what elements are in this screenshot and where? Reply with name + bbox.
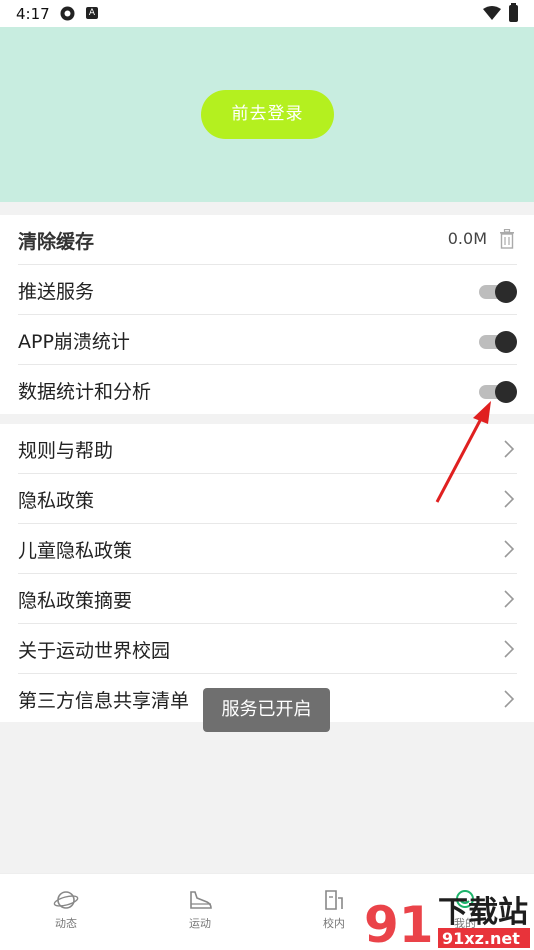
cache-size-value: 0.0M [447, 229, 487, 248]
status-time: 4:17 [16, 5, 50, 23]
data-analysis-row: 数据统计和分析 [18, 365, 517, 415]
campus-icon [325, 890, 343, 910]
data-analysis-label: 数据统计和分析 [18, 381, 152, 403]
link-label-rules: 规则与帮助 [18, 440, 114, 462]
vpn-icon [60, 6, 75, 21]
chevron-right-icon [504, 690, 515, 708]
nav-tab-sport[interactable]: 运动 [170, 888, 230, 938]
trash-icon[interactable] [499, 229, 515, 249]
wifi-icon [483, 6, 501, 20]
links-section: 规则与帮助 隐私政策 儿童隐私政策 隐私政策摘要 关于运动世界校园 第三方信息共… [0, 424, 534, 722]
link-label-privacy: 隐私政策 [18, 490, 95, 512]
shoe-icon [190, 891, 212, 909]
link-label-privacy-summary: 隐私政策摘要 [18, 590, 133, 612]
planet-icon [53, 891, 79, 909]
watermark-digits: 91 [364, 896, 434, 950]
profile-header: 前去登录 [0, 27, 534, 202]
status-bar: 4:17 A [0, 0, 534, 27]
nav-label-feed: 动态 [55, 917, 77, 930]
clear-cache-label: 清除缓存 [18, 231, 95, 253]
watermark-title: 下载站 [438, 895, 528, 930]
chevron-right-icon [504, 640, 515, 658]
link-label-third-party: 第三方信息共享清单 [18, 690, 190, 712]
link-label-child-privacy: 儿童隐私政策 [18, 540, 133, 562]
link-row-about[interactable]: 关于运动世界校园 [18, 624, 517, 674]
push-service-toggle[interactable] [479, 279, 517, 303]
nav-tab-feed[interactable]: 动态 [36, 888, 96, 938]
site-watermark-logo: 91 下载站 91xz.net [364, 895, 530, 950]
toast-message: 服务已开启 [203, 688, 330, 732]
link-row-rules[interactable]: 规则与帮助 [18, 424, 517, 474]
nav-tab-campus[interactable]: 校内 [304, 888, 364, 938]
notification-a-icon: A [86, 7, 98, 19]
chevron-right-icon [504, 440, 515, 458]
clear-cache-row[interactable]: 清除缓存 0.0M [18, 215, 517, 265]
chevron-right-icon [504, 540, 515, 558]
link-label-about: 关于运动世界校园 [18, 640, 171, 662]
chevron-right-icon [504, 490, 515, 508]
battery-icon [509, 3, 518, 22]
chevron-right-icon [504, 590, 515, 608]
crash-stats-label: APP崩溃统计 [18, 331, 130, 353]
data-analysis-toggle[interactable] [479, 379, 517, 403]
push-service-row: 推送服务 [18, 265, 517, 315]
link-row-child-privacy[interactable]: 儿童隐私政策 [18, 524, 517, 574]
push-service-label: 推送服务 [18, 281, 95, 303]
link-row-privacy-summary[interactable]: 隐私政策摘要 [18, 574, 517, 624]
crash-stats-row: APP崩溃统计 [18, 315, 517, 365]
crash-stats-toggle[interactable] [479, 329, 517, 353]
nav-label-campus: 校内 [323, 917, 345, 930]
settings-section: 清除缓存 0.0M 推送服务 APP崩溃统计 数据统计和分析 [0, 215, 534, 414]
watermark-domain: 91xz.net [442, 929, 520, 948]
link-row-privacy[interactable]: 隐私政策 [18, 474, 517, 524]
login-button[interactable]: 前去登录 [201, 90, 334, 139]
nav-label-sport: 运动 [189, 917, 211, 930]
